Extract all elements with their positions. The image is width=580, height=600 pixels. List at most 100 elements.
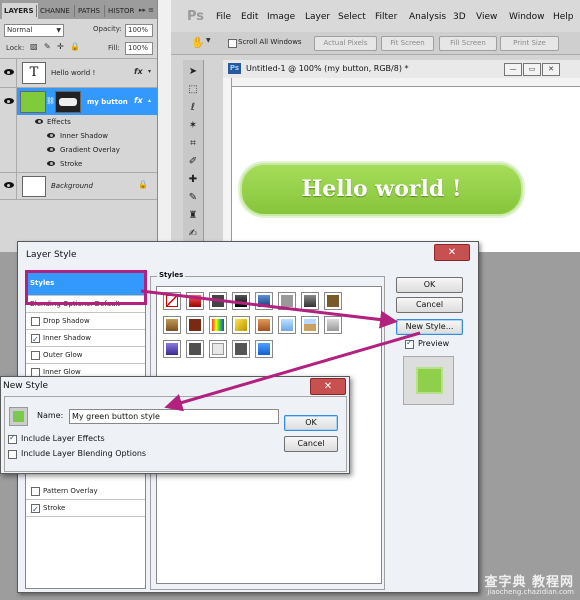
layer-name[interactable]: Background — [51, 182, 93, 190]
menu-edit[interactable]: Edit — [241, 12, 258, 22]
panel-menu-icon[interactable]: ▸▸ ≡ — [139, 6, 154, 14]
effect-gradient-overlay[interactable]: Gradient Overlay — [60, 146, 120, 154]
menu-layer[interactable]: Layer — [305, 12, 330, 22]
tab-channels[interactable]: CHANNE — [38, 3, 72, 19]
opacity-field[interactable]: 100% — [125, 24, 153, 37]
chevron-down-icon[interactable]: ▼ — [206, 37, 211, 44]
menu-window[interactable]: Window — [509, 12, 545, 22]
maximize-button[interactable]: ▭ — [523, 63, 541, 76]
style-swatch[interactable] — [255, 316, 273, 334]
layer-name[interactable]: Hello world ! — [51, 69, 95, 77]
ok-button[interactable]: OK — [396, 277, 463, 293]
print-size-button[interactable]: Print Size — [500, 36, 559, 51]
inner-shadow-category[interactable]: Inner Shadow — [26, 330, 145, 348]
style-swatch[interactable] — [278, 292, 296, 310]
pattern-overlay-category[interactable]: Pattern Overlay — [26, 483, 145, 500]
style-swatch[interactable] — [324, 316, 342, 334]
eye-icon[interactable] — [4, 98, 14, 106]
effect-inner-shadow[interactable]: Inner Shadow — [60, 132, 108, 140]
lock-position-icon[interactable]: ✛ — [57, 42, 64, 51]
minimize-button[interactable]: — — [504, 63, 522, 76]
preview-checkbox[interactable] — [405, 338, 414, 349]
style-swatch[interactable] — [186, 340, 204, 358]
menu-help[interactable]: Help — [553, 12, 574, 22]
layer-name[interactable]: my button — [87, 98, 128, 106]
style-swatch[interactable] — [324, 292, 342, 310]
style-swatch[interactable] — [278, 316, 296, 334]
style-swatch[interactable] — [209, 292, 227, 310]
layer-row-my-button[interactable]: ⛓ my button fx ▴ — [0, 87, 157, 116]
style-swatch[interactable] — [301, 292, 319, 310]
style-swatch[interactable] — [232, 292, 250, 310]
stroke-checkbox[interactable] — [31, 502, 40, 518]
eye-icon[interactable] — [47, 133, 55, 138]
eye-icon[interactable] — [4, 69, 14, 77]
history-brush-tool-icon[interactable]: ✍ — [186, 228, 200, 240]
fill-screen-button[interactable]: Fill Screen — [439, 36, 497, 51]
actual-pixels-button[interactable]: Actual Pixels — [314, 36, 377, 51]
fit-screen-button[interactable]: Fit Screen — [381, 36, 434, 51]
move-tool-icon[interactable]: ➤ — [186, 66, 200, 78]
close-button[interactable]: ✕ — [542, 63, 560, 76]
inner-shadow-checkbox[interactable] — [31, 332, 40, 348]
expand-arrow-icon[interactable]: ▾ — [148, 68, 151, 75]
style-swatch[interactable] — [186, 316, 204, 334]
chain-link-icon[interactable]: ⛓ — [46, 97, 55, 105]
menu-file[interactable]: File — [216, 12, 231, 22]
eye-icon[interactable] — [4, 182, 14, 190]
blend-mode-select[interactable]: Normal ▼ — [4, 24, 64, 37]
style-swatch[interactable] — [232, 316, 250, 334]
quick-select-tool-icon[interactable]: ✶ — [186, 120, 200, 132]
cancel-button[interactable]: Cancel — [284, 436, 338, 452]
style-swatch-none[interactable] — [163, 292, 181, 310]
layer-row-hello-world[interactable]: T Hello world ! fx ▾ — [0, 58, 157, 87]
fill-field[interactable]: 100% — [125, 42, 153, 55]
scroll-all-checkbox[interactable] — [228, 39, 237, 48]
style-swatch[interactable] — [255, 340, 273, 358]
marquee-tool-icon[interactable]: ⬚ — [186, 84, 200, 96]
hand-tool-icon[interactable]: ✋ — [191, 36, 205, 49]
collapse-arrow-icon[interactable]: ▴ — [148, 97, 151, 104]
style-name-input[interactable]: My green button style — [69, 409, 279, 424]
close-button[interactable]: ✕ — [310, 378, 346, 395]
eye-icon[interactable] — [47, 161, 55, 166]
pattern-overlay-checkbox[interactable] — [31, 487, 40, 496]
style-swatch[interactable] — [301, 316, 319, 334]
eye-icon[interactable] — [35, 119, 43, 124]
tab-paths[interactable]: PATHS — [76, 3, 102, 19]
menu-filter[interactable]: Filter — [375, 12, 397, 22]
effect-stroke[interactable]: Stroke — [60, 160, 82, 168]
include-effects-checkbox[interactable] — [8, 433, 17, 444]
eye-icon[interactable] — [47, 147, 55, 152]
lasso-tool-icon[interactable]: ℓ — [186, 102, 200, 114]
style-swatch[interactable] — [232, 340, 250, 358]
tab-layers[interactable]: LAYERS — [2, 3, 38, 19]
outer-glow-category[interactable]: Outer Glow — [26, 347, 145, 364]
style-swatch[interactable] — [163, 316, 181, 334]
crop-tool-icon[interactable]: ⌗ — [186, 138, 200, 150]
drop-shadow-category[interactable]: Drop Shadow — [26, 313, 145, 330]
new-style-button[interactable]: New Style... — [396, 319, 463, 335]
menu-analysis[interactable]: Analysis — [409, 12, 446, 22]
stamp-tool-icon[interactable]: ♜ — [186, 210, 200, 222]
tab-history[interactable]: HISTOR — [106, 3, 136, 19]
menu-image[interactable]: Image — [267, 12, 295, 22]
drop-shadow-checkbox[interactable] — [31, 317, 40, 326]
fx-icon[interactable]: fx — [134, 96, 143, 105]
style-swatch[interactable] — [209, 316, 227, 334]
menu-view[interactable]: View — [476, 12, 497, 22]
lock-image-icon[interactable]: ✎ — [44, 42, 51, 51]
cancel-button[interactable]: Cancel — [396, 297, 463, 313]
menu-3d[interactable]: 3D — [453, 12, 466, 22]
brush-tool-icon[interactable]: ✎ — [186, 192, 200, 204]
stroke-category[interactable]: Stroke — [26, 500, 145, 518]
lock-all-icon[interactable]: 🔒 — [70, 42, 80, 51]
layer-row-background[interactable]: Background 🔒 — [0, 172, 157, 199]
style-swatch[interactable] — [186, 292, 204, 310]
outer-glow-checkbox[interactable] — [31, 351, 40, 360]
canvas[interactable]: Hello world ! — [232, 87, 580, 252]
fx-icon[interactable]: fx — [134, 67, 143, 76]
healing-tool-icon[interactable]: ✚ — [186, 174, 200, 186]
style-swatch[interactable] — [163, 340, 181, 358]
lock-transparent-icon[interactable]: ▨ — [30, 42, 38, 51]
